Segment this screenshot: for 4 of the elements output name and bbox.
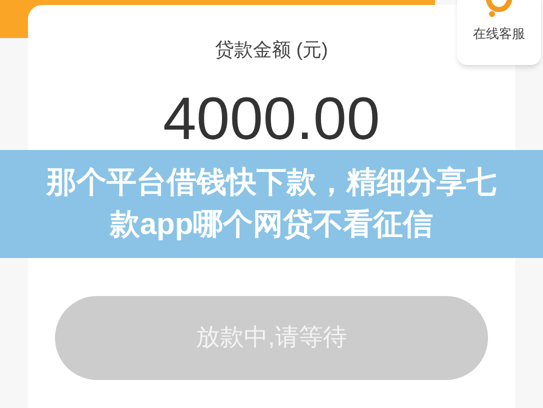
loan-amount-label: 贷款金额 (元) [215,39,328,63]
loan-amount: 4000.00 [163,84,380,154]
banner-title: 那个平台借钱快下款，精细分享七款app哪个网贷不看征信 [45,165,498,243]
support-button[interactable]: 在线客服 [457,0,541,65]
